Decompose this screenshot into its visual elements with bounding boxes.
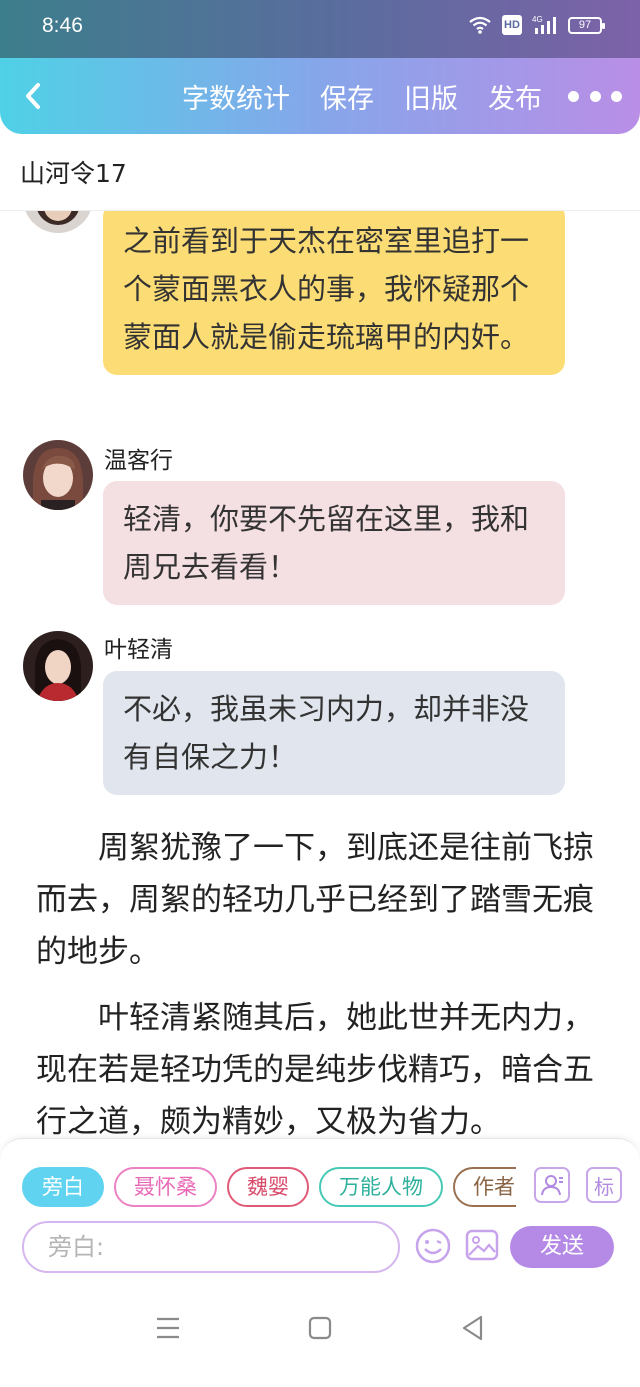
chevron-left-icon: [26, 83, 40, 109]
message-text: 轻清，你要不先留在这里，我和周兄去看看！: [123, 502, 530, 584]
document-title: 山河令17: [20, 159, 127, 188]
image-icon: [465, 1229, 499, 1261]
status-bar: 8:46 HD 4G 97: [0, 0, 640, 58]
status-time: 8:46: [42, 14, 83, 37]
back-button[interactable]: [18, 76, 54, 116]
story-content: 之前看到于天杰在密室里追打一个蒙面黑衣人的事，我怀疑那个蒙面人就是偷走琉璃甲的内…: [0, 211, 640, 1141]
battery-level: 97: [578, 19, 592, 31]
hd-icon: HD: [502, 15, 522, 35]
signal-label: 4G: [532, 15, 543, 24]
role-input-panel: 旁白 聂怀桑 魏婴 万能人物 作者 标 旁白: 发送: [0, 1138, 640, 1273]
system-nav-bar: [0, 1273, 640, 1387]
character-manage-button[interactable]: [534, 1167, 570, 1203]
back-triangle-icon: [462, 1315, 483, 1341]
word-count-button[interactable]: 字数统计: [182, 77, 290, 116]
old-version-button[interactable]: 旧版: [404, 77, 458, 116]
more-options-icon[interactable]: [568, 82, 622, 110]
menu-nav-button[interactable]: [148, 1308, 188, 1348]
role-chip-narrator[interactable]: 旁白: [22, 1167, 104, 1207]
narration-paragraph[interactable]: 叶轻清紧随其后，她此世并无内力，现在若是轻功凭的是纯步伐精巧，暗合五行之道，颇为…: [36, 992, 606, 1141]
narration-paragraph[interactable]: 周絮犹豫了一下，到底还是往前飞掠而去，周絮的轻功几乎已经到了踏雪无痕的地步。: [36, 822, 606, 978]
message-bubble[interactable]: 之前看到于天杰在密室里追打一个蒙面黑衣人的事，我怀疑那个蒙面人就是偷走琉璃甲的内…: [103, 211, 565, 375]
role-chip[interactable]: 作者: [453, 1167, 516, 1207]
emoji-button[interactable]: [414, 1227, 452, 1265]
signal-icon: 4G: [532, 15, 556, 34]
role-chip[interactable]: 聂怀桑: [114, 1167, 217, 1207]
toolbar-actions: 字数统计 保存 旧版 发布: [182, 58, 542, 134]
app-screen: { "status_bar": { "time": "8:46", "hd": …: [0, 0, 640, 1387]
battery-icon: 97: [568, 16, 605, 34]
label-button[interactable]: 标: [586, 1167, 622, 1203]
message-input-placeholder: 旁白:: [48, 1233, 105, 1261]
speaker-name: 温客行: [104, 448, 173, 474]
image-button[interactable]: [464, 1227, 500, 1263]
menu-icon: [157, 1317, 179, 1339]
avatar[interactable]: [23, 440, 93, 510]
send-button[interactable]: 发送: [510, 1226, 614, 1268]
back-nav-button[interactable]: [453, 1308, 493, 1348]
message-input[interactable]: 旁白:: [22, 1221, 400, 1273]
status-icons: HD 4G 97: [468, 14, 605, 36]
home-nav-button[interactable]: [300, 1308, 340, 1348]
message-text: 之前看到于天杰在密室里追打一个蒙面黑衣人的事，我怀疑那个蒙面人就是偷走琉璃甲的内…: [123, 224, 530, 354]
label-button-text: 标: [594, 1174, 614, 1199]
avatar[interactable]: [23, 211, 93, 233]
home-square-icon: [308, 1316, 332, 1340]
message-bubble[interactable]: 不必，我虽未习内力，却并非没有自保之力！: [103, 671, 565, 795]
message-text: 不必，我虽未习内力，却并非没有自保之力！: [123, 692, 530, 774]
role-chip[interactable]: 魏婴: [227, 1167, 309, 1207]
message-bubble[interactable]: 轻清，你要不先留在这里，我和周兄去看看！: [103, 481, 565, 605]
wifi-icon: [469, 16, 491, 34]
publish-button[interactable]: 发布: [488, 77, 542, 116]
emoji-icon: [415, 1228, 451, 1264]
role-chip[interactable]: 万能人物: [319, 1167, 443, 1207]
role-chip-list: 旁白 聂怀桑 魏婴 万能人物 作者: [22, 1167, 516, 1209]
save-button[interactable]: 保存: [320, 77, 374, 116]
user-settings-icon: [541, 1175, 563, 1196]
top-toolbar: 字数统计 保存 旧版 发布: [0, 58, 640, 134]
avatar[interactable]: [23, 631, 93, 701]
speaker-name: 叶轻清: [104, 637, 173, 663]
